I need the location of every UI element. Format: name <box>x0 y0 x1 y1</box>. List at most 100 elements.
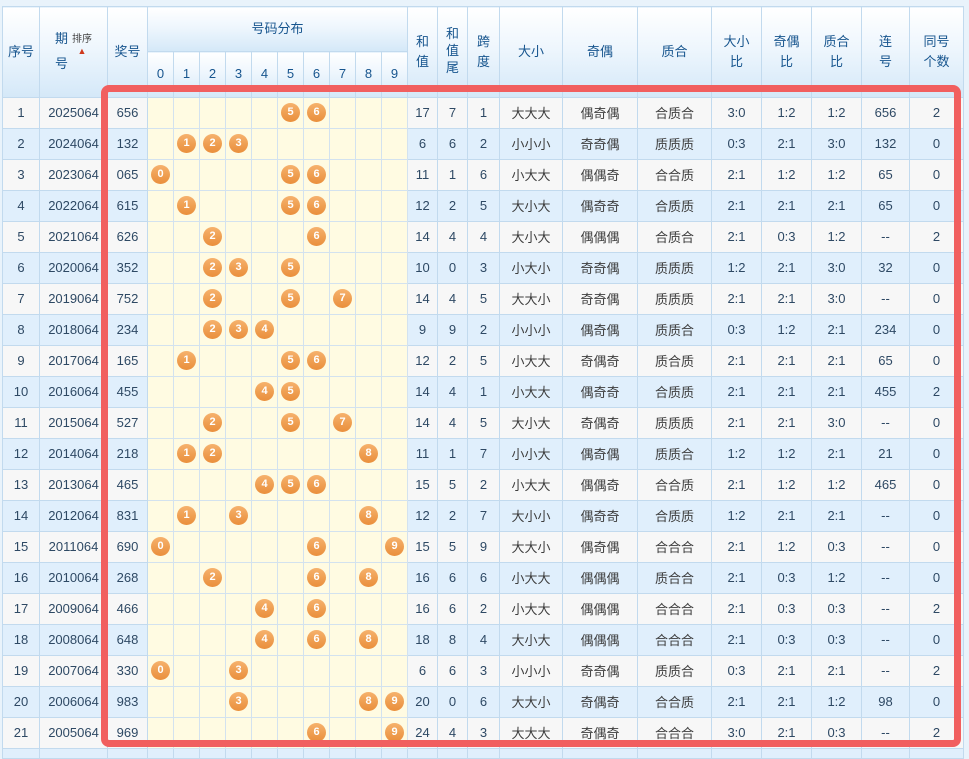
digit-cell-2: 2 <box>200 221 226 252</box>
digit-cell-2 <box>200 376 226 407</box>
digit-cell-4 <box>252 438 278 469</box>
lottery-ball-5: 5 <box>281 382 300 401</box>
prize-number: 218 <box>108 438 148 469</box>
digit-cell-7 <box>330 314 356 345</box>
digit-cell-6 <box>304 655 330 686</box>
parity-ratio: 2:1 <box>762 128 812 159</box>
table-row: 8 2018064 234 2 3 4 9 9 2 小小小 偶奇偶 质质合 0:… <box>3 314 964 345</box>
lottery-ball-2: 2 <box>203 134 222 153</box>
row-index: 17 <box>3 593 40 624</box>
parity-ratio: 1:2 <box>762 469 812 500</box>
lottery-ball-5: 5 <box>281 196 300 215</box>
sum-tail-value: 4 <box>438 376 468 407</box>
parity-ratio: 2:1 <box>762 376 812 407</box>
digit-cell-8 <box>356 283 382 314</box>
span-value: 6 <box>468 562 500 593</box>
digit-cell-9: 9 <box>382 686 408 717</box>
digit-cell-1: 1 <box>174 345 200 376</box>
parity-pattern: 奇奇偶 <box>563 283 638 314</box>
digit-cell-6: 6 <box>304 97 330 128</box>
digit-cell-2: 2 <box>200 407 226 438</box>
digit-cell-7: 7 <box>330 407 356 438</box>
lottery-ball-2: 2 <box>203 227 222 246</box>
lottery-ball-6: 6 <box>307 351 326 370</box>
prime-ratio: 2:1 <box>812 190 862 221</box>
row-index: 4 <box>3 190 40 221</box>
row-index: 7 <box>3 283 40 314</box>
period-number: 2025064 <box>40 97 108 128</box>
digit-cell-9 <box>382 407 408 438</box>
prime-pattern: 质合质 <box>638 345 712 376</box>
prime-pattern: 质质合 <box>638 655 712 686</box>
parity-ratio: 2:1 <box>762 407 812 438</box>
prime-pattern: 合合合 <box>638 593 712 624</box>
size-ratio: 2:1 <box>712 190 762 221</box>
digit-cell-6 <box>304 283 330 314</box>
digit-cell-3: 3 <box>226 686 252 717</box>
parity-ratio: 0:3 <box>762 562 812 593</box>
parity-ratio: 0:3 <box>762 624 812 655</box>
row-index: 1 <box>3 97 40 128</box>
digit-cell-8 <box>356 531 382 562</box>
parity-pattern: 奇偶奇 <box>563 345 638 376</box>
period-number: 2012064 <box>40 500 108 531</box>
header-sum: 和 值 <box>408 7 438 98</box>
consecutive-number: 32 <box>862 252 910 283</box>
size-pattern: 小大大 <box>500 376 563 407</box>
sum-tail-value: 7 <box>438 97 468 128</box>
digit-cell-0 <box>148 221 174 252</box>
consecutive-number: 98 <box>862 686 910 717</box>
size-ratio: 2:1 <box>712 686 762 717</box>
parity-pattern: 偶偶偶 <box>563 221 638 252</box>
digit-cell-7 <box>330 252 356 283</box>
digit-cell-3 <box>226 345 252 376</box>
parity-ratio: 2:1 <box>762 283 812 314</box>
row-index: 16 <box>3 562 40 593</box>
period-number: 2006064 <box>40 686 108 717</box>
lottery-ball-8: 8 <box>359 506 378 525</box>
same-count: 0 <box>910 624 964 655</box>
row-index: 10 <box>3 376 40 407</box>
digit-cell-9 <box>382 221 408 252</box>
sum-tail-value: 2 <box>438 345 468 376</box>
prime-ratio: 0:3 <box>812 624 862 655</box>
parity-ratio: 2:1 <box>762 345 812 376</box>
parity-ratio: 2:1 <box>762 500 812 531</box>
lottery-ball-1: 1 <box>177 506 196 525</box>
header-period[interactable]: 期 号 排序 ▲ <box>40 7 108 98</box>
sort-label: 排序 <box>72 35 92 45</box>
digit-cell-2: 2 <box>200 252 226 283</box>
prime-pattern: 合合质 <box>638 469 712 500</box>
prime-pattern: 合合合 <box>638 624 712 655</box>
span-value: 5 <box>468 345 500 376</box>
digit-cell-7 <box>330 686 356 717</box>
digit-cell-7 <box>330 159 356 190</box>
sort-control[interactable]: 排序 ▲ <box>72 35 92 56</box>
digit-cell-8 <box>356 593 382 624</box>
period-number: 2023064 <box>40 159 108 190</box>
header-digit-7: 7 <box>330 52 356 97</box>
prize-number: 615 <box>108 190 148 221</box>
digit-cell-8 <box>356 717 382 748</box>
period-number: 2022064 <box>40 190 108 221</box>
parity-pattern: 偶偶偶 <box>563 624 638 655</box>
same-count: 0 <box>910 314 964 345</box>
lottery-ball-2: 2 <box>203 320 222 339</box>
digit-cell-1 <box>174 252 200 283</box>
lottery-ball-2: 2 <box>203 444 222 463</box>
digit-cell-8 <box>356 97 382 128</box>
span-value: 9 <box>468 531 500 562</box>
digit-cell-8 <box>356 345 382 376</box>
digit-cell-0 <box>148 469 174 500</box>
digit-cell-6: 6 <box>304 221 330 252</box>
digit-cell-9 <box>382 593 408 624</box>
lottery-ball-9: 9 <box>385 537 404 556</box>
digit-cell-9 <box>382 97 408 128</box>
digit-cell-9 <box>382 500 408 531</box>
span-value: 3 <box>468 655 500 686</box>
sum-value: 6 <box>408 128 438 159</box>
digit-cell-7 <box>330 128 356 159</box>
table-row-partial <box>3 748 964 758</box>
sum-value: 14 <box>408 283 438 314</box>
sum-tail-value: 2 <box>438 190 468 221</box>
